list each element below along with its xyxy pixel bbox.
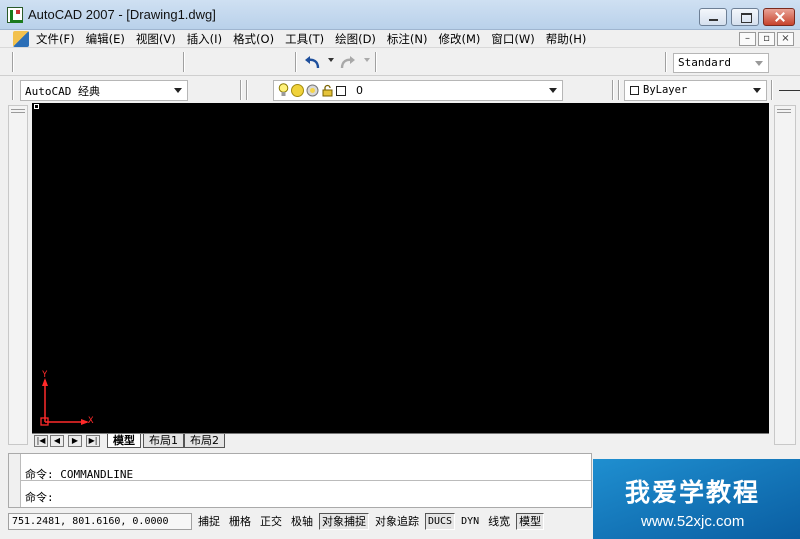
prev-tab-button[interactable]: ◀ [50,435,64,447]
dock-grip[interactable] [777,112,791,113]
doc-close-button[interactable]: × [777,32,794,46]
menu-file[interactable]: 文件(F) [36,31,75,47]
coordinate-readout[interactable]: 751.2481, 801.6160, 0.0000 [8,513,192,530]
menu-draw[interactable]: 绘图(D) [335,31,376,47]
minimize-button[interactable] [699,8,727,26]
color-value: ByLayer [643,84,688,96]
toolbar-separator [12,80,14,100]
color-dropdown[interactable]: ByLayer [624,80,767,101]
menu-window[interactable]: 窗口(W) [491,31,534,47]
menu-edit[interactable]: 编辑(E) [86,31,125,47]
first-tab-button[interactable]: |◀ [34,435,48,447]
freeze-viewport-icon [306,84,319,97]
chevron-down-icon [174,88,182,93]
tab-layout2[interactable]: 布局2 [184,434,225,448]
toolbar-separator [246,80,248,100]
menu-dimension[interactable]: 标注(N) [387,31,428,47]
command-window: 命令: COMMANDLINE 命令: [8,453,592,508]
toolbar-separator [12,52,14,72]
color-swatch [630,86,639,95]
model-space-toggle[interactable]: 模型 [516,513,545,530]
doc-minimize-button[interactable]: – [739,32,756,46]
watermark-title: 我爱学教程 [625,478,761,507]
workspace-value: AutoCAD 经典 [25,85,100,98]
toolbar-separator [665,52,667,72]
lock-icon [322,84,333,97]
dock-grip[interactable] [11,112,25,113]
polar-toggle[interactable]: 极轴 [288,513,316,530]
undo-dropdown-icon[interactable] [328,58,334,62]
menu-help[interactable]: 帮助(H) [546,31,587,47]
dock-grip[interactable] [11,109,25,110]
tab-model[interactable]: 模型 [107,434,141,448]
text-style-value: Standard [678,56,731,69]
toolbar-separator [618,80,620,100]
chevron-down-icon [753,88,761,93]
dyn-toggle[interactable]: DYN [458,513,482,530]
ucs-x-label: X [88,416,94,426]
layer-color-swatch [336,85,346,96]
command-prompt-input[interactable]: 命令: [25,489,54,505]
menu-bar: 文件(F) 编辑(E) 视图(V) 插入(I) 格式(O) 工具(T) 绘图(D… [0,30,800,48]
redo-icon[interactable] [337,53,357,73]
right-dock-area [774,105,796,445]
text-style-dropdown[interactable]: Standard [673,53,769,73]
layer-name: 0 [356,84,363,97]
command-divider [21,480,591,481]
ucs-y-label: Y [42,370,48,380]
toolbar-separator [183,52,185,72]
last-tab-button[interactable]: ▶| [86,435,100,447]
chevron-down-icon [755,61,763,66]
menu-tools[interactable]: 工具(T) [285,31,324,47]
layer-state-icons [278,83,346,98]
menu-view[interactable]: 视图(V) [136,31,176,47]
lineweight-toggle[interactable]: 线宽 [485,513,513,530]
document-window-controls: – ▫ × [739,32,794,46]
doc-restore-button[interactable]: ▫ [758,32,775,46]
maximize-button[interactable] [731,8,759,26]
osnap-toggle[interactable]: 对象捕捉 [319,513,369,530]
toolbar-separator [375,52,377,72]
toolbar-separator [771,80,773,100]
ortho-toggle[interactable]: 正交 [257,513,285,530]
title-bar: AutoCAD 2007 - [Drawing1.dwg] [0,0,800,30]
document-icon[interactable] [13,31,29,47]
undo-icon[interactable] [303,53,323,73]
lightbulb-icon [278,83,289,96]
toolbar-separator [240,80,242,100]
dock-grip[interactable] [777,109,791,110]
menu-format[interactable]: 格式(O) [233,31,274,47]
viewport-corner-marker [34,104,39,109]
tab-layout1[interactable]: 布局1 [143,434,184,448]
drawing-canvas[interactable] [32,103,769,433]
layer-dropdown[interactable]: 0 [273,80,563,101]
linetype-preview [779,90,800,91]
left-dock-area [8,105,28,445]
chevron-down-icon [549,88,557,93]
status-toggles: 捕捉 栅格 正交 极轴 对象捕捉 对象追踪 DUCS DYN 线宽 模型 [195,513,545,530]
menu-modify[interactable]: 修改(M) [439,31,481,47]
watermark-url: www.52xjc.com [641,513,745,530]
grid-toggle[interactable]: 栅格 [226,513,254,530]
command-window-grip[interactable] [9,454,21,507]
close-button[interactable] [763,8,795,26]
sun-icon [291,84,304,97]
otrack-toggle[interactable]: 对象追踪 [372,513,422,530]
toolbar-separator [612,80,614,100]
workspace-dropdown[interactable]: AutoCAD 经典 [20,80,188,101]
toolbar-separator [295,52,297,72]
ducs-toggle[interactable]: DUCS [425,513,456,530]
menu-insert[interactable]: 插入(I) [187,31,222,47]
redo-dropdown-icon[interactable] [364,58,370,62]
next-tab-button[interactable]: ▶ [68,435,82,447]
autocad-app-icon[interactable] [7,7,23,23]
snap-toggle[interactable]: 捕捉 [195,513,223,530]
layout-tab-bar: |◀ ◀ ▶ ▶| 模型 布局1 布局2 [32,433,769,448]
window-title: AutoCAD 2007 - [Drawing1.dwg] [28,7,216,22]
watermark-logo: 我爱学教程 www.52xjc.com [593,459,800,539]
menu-items: 文件(F) 编辑(E) 视图(V) 插入(I) 格式(O) 工具(T) 绘图(D… [36,31,586,47]
